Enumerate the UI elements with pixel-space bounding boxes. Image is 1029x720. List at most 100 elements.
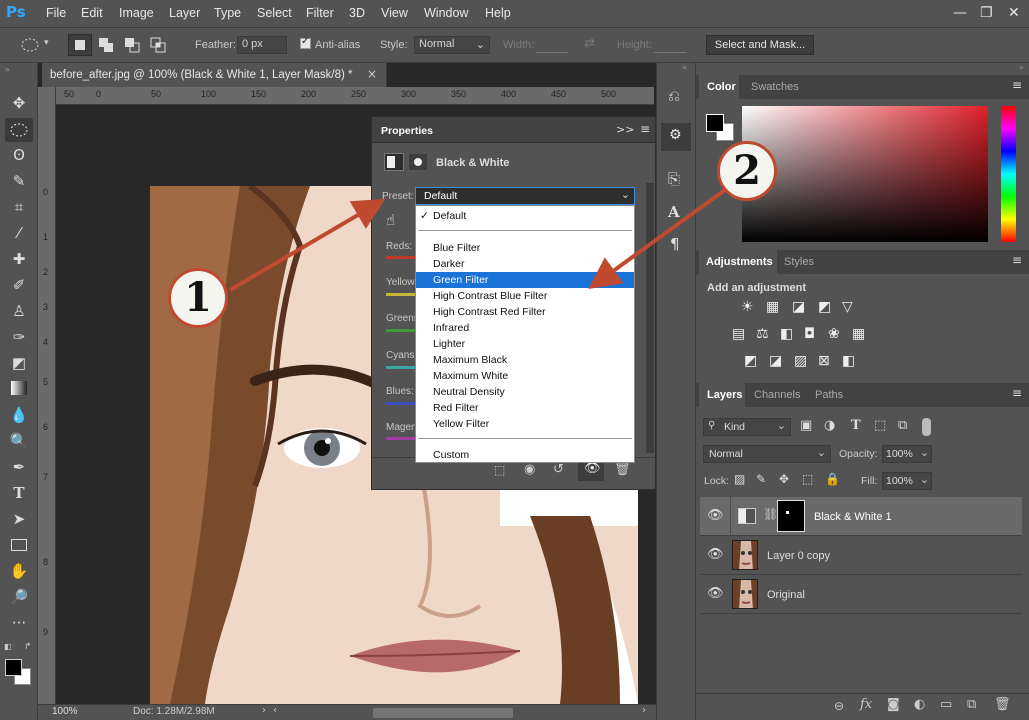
history-brush-tool-icon[interactable]: ✑ (8, 326, 30, 348)
menu-edit[interactable]: Edit (81, 6, 103, 20)
preset-option-darker[interactable]: Darker (416, 256, 634, 272)
filter-smart-object-icon[interactable]: ⧉ (898, 418, 907, 433)
preset-option-yellow-filter[interactable]: Yellow Filter (416, 416, 634, 432)
curves-icon[interactable]: ◪ (792, 299, 805, 315)
style-select[interactable]: Normal ⌄ (414, 36, 490, 54)
selective-color-icon[interactable]: ⊠ (818, 353, 830, 369)
lock-all-icon[interactable]: 🔒 (825, 472, 840, 486)
preset-option-neutral-density[interactable]: Neutral Density (416, 384, 634, 400)
scroll-left-icon[interactable]: ‹ (273, 705, 277, 716)
gradient-tool-icon[interactable] (11, 381, 27, 395)
tab-styles[interactable]: Styles (784, 256, 814, 268)
add-to-selection-icon[interactable] (98, 37, 114, 53)
more-tools-icon[interactable]: ··· (8, 612, 30, 634)
tab-adjustments[interactable]: Adjustments (706, 256, 773, 268)
zoom-level[interactable]: 100% (52, 706, 78, 717)
layer-row-layer0-copy[interactable]: 👁 Layer 0 copy (700, 536, 1022, 575)
zoom-tool-icon[interactable]: 🔎 (8, 586, 30, 608)
menu-view[interactable]: View (381, 6, 408, 20)
clone-stamp-tool-icon[interactable]: ♙ (8, 300, 30, 322)
fill-field[interactable]: 100% ⌄ (882, 472, 932, 490)
default-colors-icon[interactable]: ◧ (4, 642, 12, 651)
pen-tool-icon[interactable]: ✒ (8, 456, 30, 478)
hue-saturation-icon[interactable]: ▤ (732, 326, 745, 342)
feather-field[interactable]: 0 px (237, 36, 287, 54)
black-white-icon[interactable]: ◧ (780, 326, 793, 342)
blur-tool-icon[interactable]: 💧 (8, 404, 30, 426)
menu-file[interactable]: File (46, 6, 66, 20)
filter-kind-select[interactable]: ⚲ Kind ⌄ (703, 418, 791, 436)
width-field[interactable] (536, 37, 568, 53)
swap-colors-icon[interactable]: ↱ (24, 642, 32, 652)
menu-window[interactable]: Window (424, 6, 468, 20)
panel-menu-icon[interactable]: ≡ (1012, 78, 1022, 92)
mask-link-icon[interactable]: ⛓ (763, 507, 778, 521)
invert-icon[interactable]: ◩ (744, 353, 757, 369)
foreground-color-swatch[interactable] (706, 114, 724, 132)
add-mask-icon[interactable]: ◙ (887, 697, 900, 712)
preset-option-high-contrast-blue[interactable]: High Contrast Blue Filter (416, 288, 634, 304)
preset-option-lighter[interactable]: Lighter (416, 336, 634, 352)
new-group-icon[interactable]: ▭ (940, 697, 952, 712)
chevron-down-icon[interactable]: ▾ (44, 38, 49, 48)
eraser-tool-icon[interactable]: ◩ (8, 352, 30, 374)
adjustment-icon[interactable] (384, 153, 404, 171)
status-arrow-icon[interactable]: › (262, 705, 266, 716)
blend-mode-select[interactable]: Normal ⌄ (703, 445, 831, 463)
vibrance-icon[interactable]: ▽ (842, 299, 853, 315)
antialias-checkbox[interactable]: ✓ (300, 36, 311, 49)
scroll-right-icon[interactable]: › (642, 705, 646, 716)
hand-tool-icon[interactable]: ✋ (8, 560, 30, 582)
minimize-icon[interactable]: — (953, 5, 967, 21)
subtract-selection-icon[interactable] (124, 37, 140, 53)
collapse-icon[interactable]: » (5, 65, 10, 74)
elliptical-marquee-tool-icon[interactable] (9, 122, 29, 138)
preset-option-maximum-white[interactable]: Maximum White (416, 368, 634, 384)
history-panel-icon[interactable]: ⎌ (668, 87, 680, 105)
tab-layers[interactable]: Layers (707, 389, 742, 401)
quick-selection-tool-icon[interactable]: ✎ (8, 170, 30, 192)
horizontal-scrollbar-thumb[interactable] (373, 708, 513, 718)
dodge-tool-icon[interactable]: 🔍 (8, 430, 30, 452)
lock-transparent-icon[interactable]: ▨ (734, 472, 745, 486)
restore-icon[interactable]: ❐ (980, 5, 993, 21)
preset-select[interactable]: Default ⌄ (415, 187, 635, 205)
slider-bar-cyans[interactable] (386, 366, 416, 369)
slider-bar-magentas[interactable] (386, 437, 416, 440)
menu-layer[interactable]: Layer (169, 6, 200, 20)
lock-image-icon[interactable]: ✎ (756, 472, 766, 486)
foreground-color-swatch[interactable] (5, 659, 22, 676)
reset-icon[interactable]: ↺ (553, 462, 564, 477)
tab-swatches[interactable]: Swatches (751, 81, 799, 93)
preset-option-infrared[interactable]: Infrared (416, 320, 634, 336)
opacity-field[interactable]: 100% ⌄ (882, 445, 932, 463)
move-tool-icon[interactable]: ✥ (8, 92, 30, 114)
new-selection-button[interactable] (68, 34, 92, 56)
properties-panel-icon-active[interactable]: ⚙ (661, 123, 691, 151)
brightness-contrast-icon[interactable]: ☀ (741, 299, 754, 315)
new-adjustment-layer-icon[interactable]: ◐ (914, 697, 925, 712)
filter-pixel-icon[interactable]: ▣ (800, 418, 812, 433)
filter-shape-icon[interactable]: ⬚ (874, 418, 886, 433)
filter-type-icon[interactable]: T (851, 418, 861, 433)
link-layers-icon[interactable]: ⊖ (834, 699, 844, 713)
menu-image[interactable]: Image (119, 6, 154, 20)
paragraph-panel-icon[interactable]: ¶ (670, 235, 680, 253)
preset-option-blue-filter[interactable]: Blue Filter (416, 240, 634, 256)
libraries-panel-icon[interactable]: ⎘ (668, 170, 680, 188)
filter-toggle[interactable] (922, 418, 931, 436)
slider-bar-yellows[interactable] (386, 293, 416, 296)
slider-bar-blues[interactable] (386, 402, 416, 405)
threshold-icon[interactable]: ▨ (794, 353, 807, 369)
healing-brush-tool-icon[interactable]: ✚ (8, 248, 30, 270)
collapse-panel-icon[interactable]: >> (616, 123, 634, 136)
properties-scrollbar[interactable] (646, 183, 654, 453)
eye-icon[interactable]: 👁 (707, 586, 724, 601)
tab-paths[interactable]: Paths (815, 389, 843, 401)
panel-menu-icon[interactable]: ≡ (1012, 253, 1022, 267)
elliptical-marquee-icon[interactable] (20, 38, 40, 52)
color-balance-icon[interactable]: ⚖ (756, 326, 769, 342)
panel-menu-icon[interactable]: ≡ (640, 122, 650, 136)
layer-row-black-white[interactable]: 👁 ⛓ Black & White 1 (700, 497, 1022, 536)
expand-icon[interactable]: « (682, 63, 687, 72)
